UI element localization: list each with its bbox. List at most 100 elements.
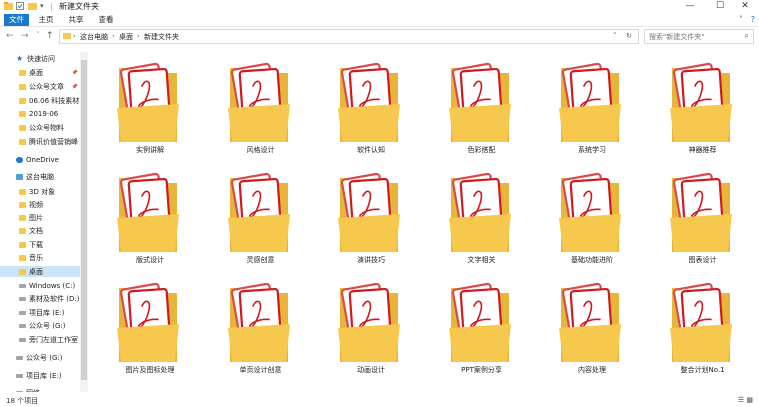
sidebar-item-label: 桌面 bbox=[29, 267, 43, 276]
folder-item[interactable]: PDF 风格设计 bbox=[206, 52, 316, 160]
folder-item[interactable]: PDF 图表设计 bbox=[648, 162, 758, 270]
sidebar-item[interactable]: 腾讯价值营销峰 bbox=[0, 136, 88, 147]
sidebar-item-label: 旁门左道工作室 bbox=[29, 335, 78, 344]
up-arrow-icon[interactable]: ↑ bbox=[46, 31, 54, 41]
sidebar-item-label: 公众号物料 bbox=[29, 123, 64, 132]
sidebar-item[interactable]: 公众号文章 📌 bbox=[0, 81, 88, 92]
scrollbar-thumb[interactable] bbox=[81, 60, 87, 380]
sidebar-item[interactable]: 这台电脑 bbox=[0, 171, 88, 182]
recent-locations-icon[interactable]: ˅ bbox=[36, 31, 40, 39]
folder-name: 实例讲解 bbox=[136, 146, 164, 154]
sidebar-item[interactable]: 06.06 科技素材 bbox=[0, 95, 88, 106]
folder-name: 动画设计 bbox=[357, 366, 385, 374]
sidebar-item-label: 项目库 (E:) bbox=[26, 371, 62, 380]
folder-item[interactable]: PDF 演讲技巧 bbox=[316, 162, 426, 270]
pdf-folder-icon: PDF bbox=[559, 170, 625, 254]
folder-item[interactable]: PDF 整合计划No.1 bbox=[648, 272, 758, 380]
folder-item[interactable]: PDF 基础功能进阶 bbox=[537, 162, 647, 270]
sidebar-scrollbar[interactable] bbox=[80, 52, 88, 392]
tab-share[interactable]: 共享 bbox=[66, 14, 86, 26]
help-icon[interactable]: ? bbox=[751, 15, 755, 24]
sidebar-item[interactable]: 项目库 (E:) bbox=[0, 370, 88, 381]
folder-icon bbox=[19, 138, 26, 145]
pdf-folder-icon: PDF bbox=[559, 280, 625, 364]
large-icons-view-icon[interactable]: ▦ bbox=[746, 396, 753, 404]
folder-item[interactable]: PDF 内容处理 bbox=[537, 272, 647, 380]
sidebar-item[interactable]: 视频 bbox=[0, 199, 88, 210]
sidebar-item[interactable]: 公众号 (G:) bbox=[0, 352, 88, 363]
sidebar-item[interactable]: 桌面 📌 bbox=[0, 67, 88, 78]
tab-file[interactable]: 文件 bbox=[4, 14, 29, 26]
file-list: PDF 实例讲解 PDF 风格设计 PDF bbox=[95, 52, 755, 392]
folder-item[interactable]: PDF PPT案例分享 bbox=[427, 272, 537, 380]
folder-item[interactable]: PDF 神器推荐 bbox=[648, 52, 758, 160]
details-view-icon[interactable]: ☰ bbox=[738, 396, 744, 404]
drive-icon bbox=[19, 323, 26, 328]
new-folder-quick-icon[interactable] bbox=[28, 1, 37, 11]
folder-name: 版式设计 bbox=[136, 256, 164, 264]
folder-item[interactable]: PDF 灵感创意 bbox=[206, 162, 316, 270]
folder-item[interactable]: PDF 系统学习 bbox=[537, 52, 647, 160]
pc-icon bbox=[16, 173, 23, 180]
sidebar-item[interactable]: 音乐 bbox=[0, 252, 88, 263]
breadcrumb-this-pc[interactable]: 这台电脑 bbox=[80, 32, 108, 42]
search-input[interactable]: 搜索"新建文件夹" ⌕ bbox=[644, 29, 754, 44]
navigation-bar: ← → ˅ ↑ › 这台电脑 › 桌面 › 新建文件夹 ˅ ↻ 搜索"新建文件夹… bbox=[0, 28, 759, 46]
address-dropdown-icon[interactable]: ˅ bbox=[613, 32, 617, 40]
customize-toolbar-icon[interactable]: ▾ bbox=[40, 1, 44, 11]
back-arrow-icon[interactable]: ← bbox=[6, 31, 14, 41]
pin-icon: 📌 bbox=[71, 83, 78, 90]
maximize-button[interactable]: ☐ bbox=[706, 0, 734, 12]
folder-item[interactable]: PDF 动画设计 bbox=[316, 272, 426, 380]
sidebar-item[interactable]: 桌面 bbox=[0, 266, 88, 277]
folder-name: 整合计划No.1 bbox=[680, 366, 725, 374]
properties-icon[interactable] bbox=[16, 1, 24, 11]
sidebar-item[interactable]: 3D 对象 bbox=[0, 186, 88, 197]
forward-arrow-icon[interactable]: → bbox=[21, 31, 29, 41]
sidebar-item-label: 公众号 (G:) bbox=[26, 353, 63, 362]
ribbon-expand-icon[interactable]: ˅ bbox=[739, 15, 743, 24]
sidebar-item[interactable]: 文档 bbox=[0, 225, 88, 236]
address-bar[interactable]: › 这台电脑 › 桌面 › 新建文件夹 ˅ ↻ bbox=[59, 29, 639, 44]
sidebar-item[interactable]: 公众号物料 bbox=[0, 122, 88, 133]
sidebar-item[interactable]: Windows (C:) bbox=[0, 280, 88, 291]
drive-icon bbox=[19, 310, 26, 315]
ribbon-tabs: 文件 主页 共享 查看 ˅ ? bbox=[0, 12, 759, 27]
sidebar-item[interactable]: 公众号 (G:) bbox=[0, 320, 88, 331]
sidebar-item[interactable]: OneDrive bbox=[0, 154, 88, 165]
folder-icon bbox=[19, 241, 26, 248]
breadcrumb-desktop[interactable]: 桌面 bbox=[119, 32, 133, 42]
folder-icon bbox=[19, 268, 26, 275]
pdf-folder-icon: PDF bbox=[117, 170, 183, 254]
pdf-folder-icon: PDF bbox=[448, 170, 515, 254]
folder-item[interactable]: PDF 色彩搭配 bbox=[427, 52, 537, 160]
sidebar-item[interactable]: 旁门左道工作室 bbox=[0, 334, 88, 345]
tab-home[interactable]: 主页 bbox=[36, 14, 56, 26]
folder-item[interactable]: PDF 文字相关 bbox=[427, 162, 537, 270]
tab-view[interactable]: 查看 bbox=[96, 14, 116, 26]
breadcrumb-separator: › bbox=[137, 32, 140, 40]
folder-item[interactable]: PDF 单页设计创意 bbox=[206, 272, 316, 380]
close-button[interactable]: ✕ bbox=[731, 0, 759, 12]
sidebar-item[interactable]: 网络 bbox=[0, 387, 88, 392]
breadcrumb-folder-icon bbox=[63, 32, 71, 41]
sidebar-item[interactable]: 图片 bbox=[0, 212, 88, 223]
folder-item[interactable]: PDF 实例讲解 bbox=[95, 52, 205, 160]
pin-icon: 📌 bbox=[71, 69, 78, 76]
minimize-button[interactable]: — bbox=[676, 0, 704, 12]
folder-item[interactable]: PDF 软件认知 bbox=[316, 52, 426, 160]
sidebar-item-label: 音乐 bbox=[29, 253, 43, 262]
sidebar-item[interactable]: ★ 快速访问 bbox=[0, 53, 88, 64]
folder-item[interactable]: PDF 版式设计 bbox=[95, 162, 205, 270]
sidebar-item[interactable]: 下载 bbox=[0, 239, 88, 250]
sidebar-item[interactable]: 项目库 (E:) bbox=[0, 307, 88, 318]
sidebar-item[interactable]: 素材及软件 (D:) bbox=[0, 293, 88, 304]
refresh-icon[interactable]: ↻ bbox=[626, 32, 632, 40]
folder-item[interactable]: PDF 图片及图标处理 bbox=[95, 272, 205, 380]
sidebar-item[interactable]: 2019-06 bbox=[0, 108, 88, 119]
sidebar-item-label: 网络 bbox=[26, 388, 40, 393]
view-toggle[interactable]: ☰ ▦ bbox=[738, 396, 753, 404]
pdf-folder-icon: PDF bbox=[669, 60, 736, 144]
breadcrumb-current[interactable]: 新建文件夹 bbox=[144, 32, 179, 42]
pdf-folder-icon: PDF bbox=[448, 60, 515, 144]
